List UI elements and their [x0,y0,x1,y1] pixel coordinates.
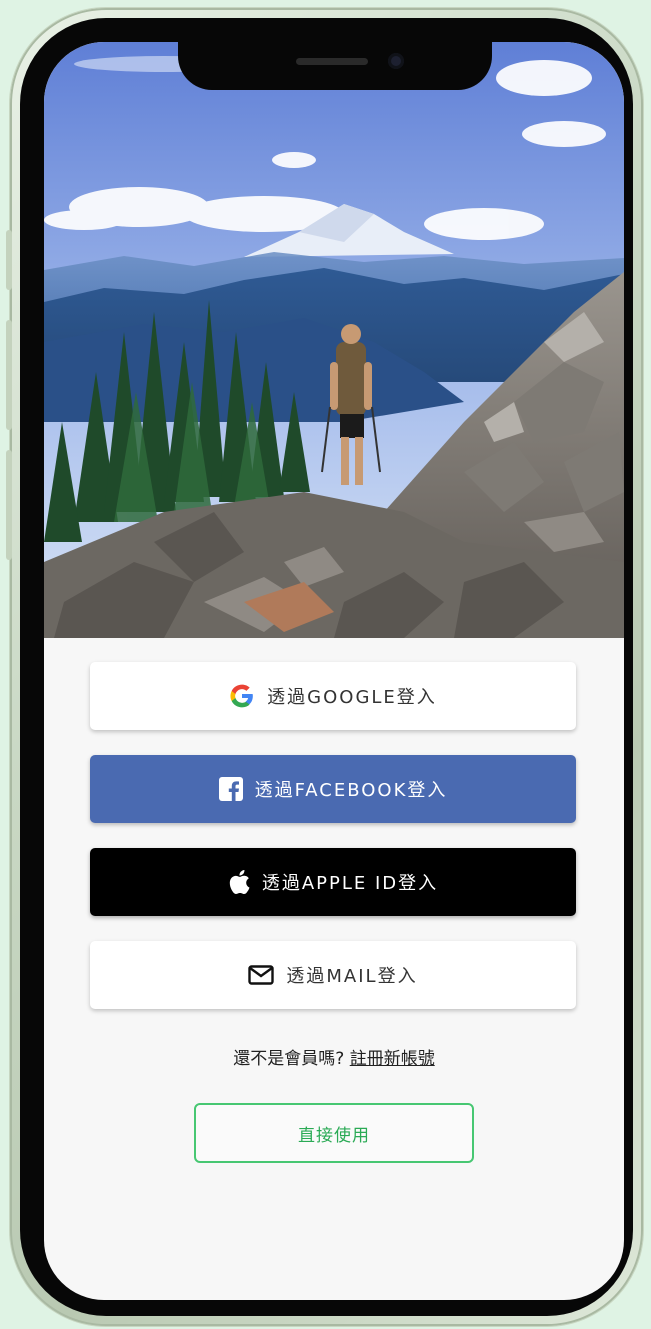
facebook-login-label: 透過FACEBOOK登入 [254,780,448,801]
signup-prompt-text: 還不是會員嗎? [233,1049,345,1069]
google-login-label: 透過GOOGLE登入 [267,687,437,708]
facebook-login-button[interactable]: 透過FACEBOOK登入 [90,755,576,823]
phone-notch [178,42,492,90]
register-link[interactable]: 註冊新帳號 [350,1049,435,1069]
phone-side-button [6,450,12,560]
signup-prompt-line: 還不是會員嗎? 註冊新帳號 [44,1044,624,1069]
apple-icon [228,869,250,895]
speaker-grille [296,58,368,65]
phone-side-button [6,320,12,430]
direct-use-label: 直接使用 [298,1125,370,1146]
facebook-icon [218,777,243,801]
phone-side-button [6,230,12,290]
mail-login-label: 透過MAIL登入 [286,966,418,987]
google-login-button[interactable]: 透過GOOGLE登入 [90,662,576,730]
mail-login-button[interactable]: 透過MAIL登入 [90,941,576,1009]
direct-use-button[interactable]: 直接使用 [194,1103,474,1163]
front-camera-icon [388,53,404,69]
app-screen: 透過GOOGLE登入 透過FACEBOOK登入 透過APPLE ID登入 透過M… [44,42,624,1300]
apple-login-label: 透過APPLE ID登入 [261,873,439,894]
hero-image-mountain-hiker [44,42,624,638]
mail-icon [248,965,275,985]
google-icon [229,683,255,709]
apple-login-button[interactable]: 透過APPLE ID登入 [90,848,576,916]
